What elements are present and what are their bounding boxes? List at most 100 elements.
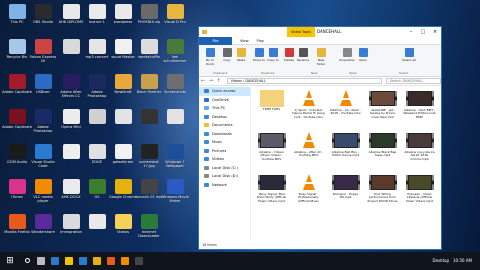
file-item[interactable]: Alkaline - I Open (Music Video) - YouTub… xyxy=(255,130,288,166)
desktop-icon-image xyxy=(34,4,52,19)
quick-access-toolbar-icon[interactable] xyxy=(202,30,207,34)
nav-item[interactable]: Network xyxy=(199,181,250,190)
file-name: Alkaline n/a yubs ka fat sit 2018 mmme.m… xyxy=(404,151,435,161)
file-item[interactable]: ALKALINE - got feeling by Prince cover N… xyxy=(366,88,399,124)
file-name: Popcaan - Clean Lifestyle (Official Musi… xyxy=(406,193,433,203)
desktop-icon[interactable]: Visual Studio Code xyxy=(28,143,58,173)
edge-taskbar-icon[interactable] xyxy=(48,252,62,270)
task-view-taskbar-icon[interactable] xyxy=(34,252,48,270)
up-arrow-icon[interactable]: ↑ xyxy=(215,78,223,84)
ribbon-button[interactable]: Paste xyxy=(233,48,249,65)
file-item[interactable]: Busy Signal - Professionally (Official M… xyxy=(292,172,325,208)
nav-item[interactable]: Music xyxy=(199,138,250,147)
desktop-icon[interactable]: Adobe Photoshop xyxy=(28,108,58,138)
ribbon-button[interactable]: Rename xyxy=(295,48,311,65)
file-item[interactable]: Alkaline - Yeah BMT - Weekend Edition Lo… xyxy=(403,88,436,124)
desktop-icon[interactable] xyxy=(160,108,190,138)
video-thumbnail xyxy=(368,88,398,108)
nav-item-label: This PC xyxy=(212,106,226,111)
file-item[interactable]: Alkaline Black Bap fuess.mp4 xyxy=(366,130,399,166)
video-thumbnail xyxy=(368,172,398,192)
minimize-button[interactable]: – xyxy=(405,27,417,37)
desktop-icon[interactable]: Windows Movie Maker xyxy=(160,178,190,208)
vlc-taskbar-icon[interactable] xyxy=(118,252,132,270)
file-item[interactable]: Alkaline - After All - YouTube.MKV xyxy=(292,130,325,166)
file-item[interactable]: Alkaline - Ca - Nach - 2018 - YouTube.mk… xyxy=(329,88,362,124)
nav-item[interactable]: Desktop xyxy=(199,113,250,122)
nav-item[interactable]: Local Disk (C:) xyxy=(199,164,250,173)
clock[interactable]: 10:56 AM xyxy=(453,252,472,270)
desktop-icon-image xyxy=(62,214,80,229)
ribbon-button[interactable]: Properties xyxy=(339,48,355,65)
desktop-icon-image xyxy=(8,109,26,124)
nav-item[interactable]: Videos xyxy=(199,155,250,164)
store-taskbar-icon[interactable] xyxy=(76,252,90,270)
desktop-icon[interactable]: Screenshots xyxy=(160,73,190,103)
file-name: 1) Sport - Indicator Dance Remix ft. Jia… xyxy=(292,109,325,119)
nav-item[interactable]: Pictures xyxy=(199,147,250,156)
nav-item[interactable]: Quick access xyxy=(199,87,250,96)
file-list: TEMP FILES 1) Sport - Indicator Dance Rem… xyxy=(255,88,441,238)
nav-item[interactable]: Downloads xyxy=(199,130,250,139)
file-item[interactable]: Alkaline n/a yubs ka fat sit 2018 mmme.m… xyxy=(403,130,436,166)
desktop-icon[interactable]: Visual D Pro xyxy=(160,3,190,33)
obs-taskbar-icon[interactable] xyxy=(132,252,146,270)
file-item[interactable]: Pool Whine performance from Project DOOR… xyxy=(366,172,399,208)
desktop-icon-image xyxy=(114,214,132,229)
search-icon[interactable] xyxy=(20,252,34,270)
ribbon-button[interactable]: New folder xyxy=(313,48,329,65)
vlc-cone-icon xyxy=(294,88,324,108)
desktop-icon-image xyxy=(166,39,184,54)
address-field[interactable]: Videos › DANCEHALL xyxy=(226,78,382,84)
nav-item[interactable]: Documents xyxy=(199,121,250,130)
nav-item[interactable]: Local Disk (D:) xyxy=(199,172,250,181)
desktop-icon-label: Screenshots xyxy=(164,90,186,94)
file-item[interactable]: Popcaan - Clean Lifestyle (Official Musi… xyxy=(403,172,436,208)
ribbon-button[interactable]: Select all xyxy=(401,48,417,65)
file-item[interactable]: -Busy Signal- Bad Room Bully (Official M… xyxy=(255,172,288,208)
video-tools-context-tab[interactable]: Video Tools xyxy=(287,27,315,37)
desktop-icon[interactable]: Wondershare xyxy=(28,213,58,243)
desktop-icon[interactable]: OBS Studio xyxy=(28,3,58,33)
desktop-icon-image xyxy=(34,179,52,194)
desktop-icon[interactable]: VLC media player xyxy=(28,178,58,208)
ribbon-button[interactable]: Open xyxy=(355,48,371,65)
desktop-toolbar-label[interactable]: Desktop xyxy=(433,252,450,270)
tab-play[interactable]: Play xyxy=(253,37,269,44)
desktop-icon[interactable]: USBizer xyxy=(28,73,58,103)
file-name: Alkaline - I Open (Music Video) - YouTub… xyxy=(259,151,284,161)
desktop-icon-image xyxy=(88,4,106,19)
forward-arrow-icon[interactable]: → xyxy=(207,78,215,84)
nav-item-folder-icon xyxy=(204,140,209,145)
file-explorer-taskbar-icon[interactable] xyxy=(62,252,76,270)
nav-item-label: Quick access xyxy=(212,89,236,94)
desktop-icon[interactable]: Internet Downloader xyxy=(134,213,164,243)
maximize-button[interactable]: □ xyxy=(417,27,429,37)
desktop-icon[interactable]: Windows 7 Wallpaper xyxy=(160,143,190,173)
back-arrow-icon[interactable]: ← xyxy=(199,78,207,84)
desktop-icon-label: OBS Studio xyxy=(32,20,54,24)
search-input[interactable]: Search DANCEHALL xyxy=(385,78,441,84)
chrome-taskbar-icon[interactable] xyxy=(90,252,104,270)
nav-item-folder-icon xyxy=(204,131,209,136)
file-item[interactable]: Alkaline Bad Boy - Shhhh dance.mp4 xyxy=(329,130,362,166)
desktop-icon-image xyxy=(114,74,132,89)
firefox-taskbar-icon[interactable] xyxy=(104,252,118,270)
desktop-icon-label: Internet Downloader xyxy=(138,230,160,238)
file-item[interactable]: Damiano - Poppy Tat.mp4 xyxy=(329,172,362,208)
nav-item[interactable]: OneDrive xyxy=(199,96,250,105)
start-button[interactable]: ⊞ xyxy=(0,252,20,270)
nav-item[interactable]: This PC xyxy=(199,104,250,113)
ribbon-button[interactable]: Pin to Quick access xyxy=(202,48,218,65)
file-item[interactable]: 1) Sport - Indicator Dance Remix ft. Jia… xyxy=(292,88,325,124)
tab-view[interactable]: View xyxy=(236,37,253,44)
desktop-icon[interactable]: Falcon Express 20 xyxy=(28,38,58,68)
vlc-cone-icon xyxy=(331,88,361,108)
nav-item-label: Documents xyxy=(212,123,233,128)
close-button[interactable]: × xyxy=(429,27,441,37)
ribbon: Pin to Quick accessCopyPasteMove toCopy … xyxy=(199,45,441,77)
ribbon-button[interactable]: Copy to xyxy=(265,48,281,65)
ribbon-button-label: Copy to xyxy=(267,58,279,62)
file-item[interactable]: TEMP FILES xyxy=(255,88,288,124)
desktop-icon[interactable]: Veh schulhimmer xyxy=(160,38,190,68)
